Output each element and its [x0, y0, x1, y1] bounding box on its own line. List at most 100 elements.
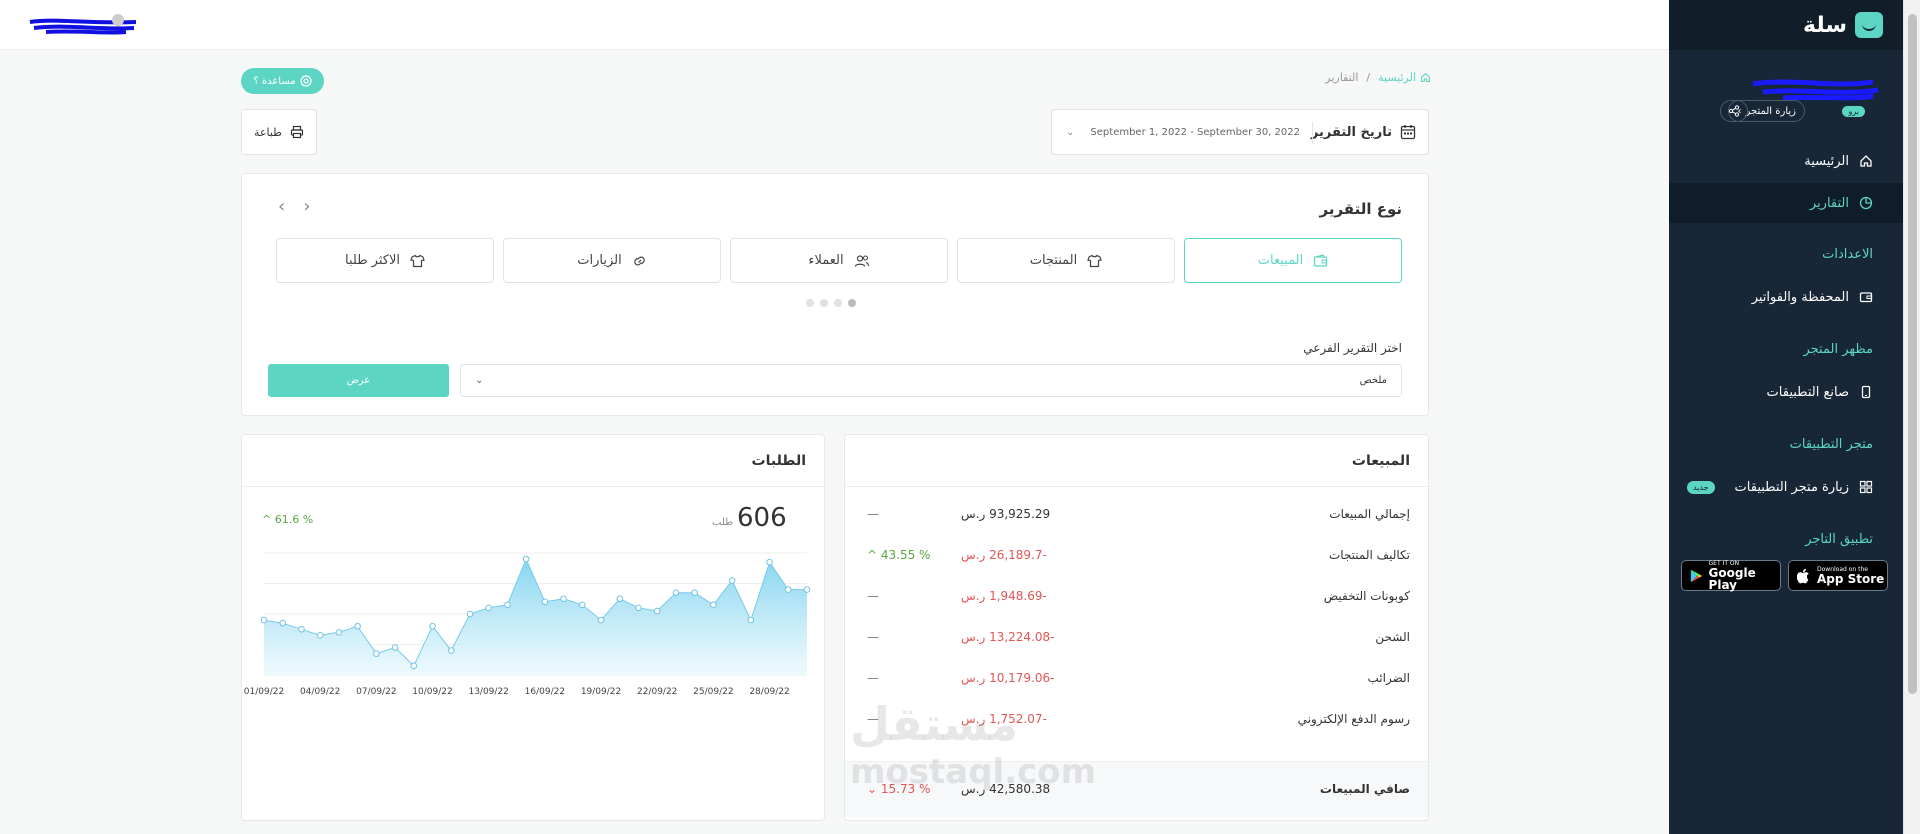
divider [1312, 122, 1313, 144]
chart-data-point[interactable] [672, 589, 680, 596]
sidebar-item-home[interactable]: الرئيسية [1669, 141, 1903, 181]
watermark: مستقل mostaql.com [850, 700, 1096, 796]
breadcrumb-home-label: الرئيسية [1378, 71, 1416, 84]
chevron-left-icon[interactable]: ‹ [278, 196, 285, 217]
visit-store-label: زيارة المتجر [1745, 105, 1796, 117]
chart-data-point[interactable] [335, 629, 343, 636]
chart-data-point[interactable] [541, 598, 549, 606]
date-range-value: September 1, 2022 - September 30, 2022 [1090, 126, 1300, 138]
chart-data-point[interactable] [447, 647, 455, 654]
pagination-dot[interactable] [834, 299, 842, 307]
google-play-button[interactable]: GET IT ON Google Play [1681, 560, 1781, 591]
report-type-most-ordered[interactable]: الاكثر طلبا [276, 238, 494, 283]
sales-row-change: — [867, 589, 879, 603]
sub-report-select[interactable]: ملخص ⌄ [460, 364, 1402, 397]
home-icon [1860, 155, 1872, 167]
chart-data-point[interactable] [579, 601, 586, 609]
breadcrumb-separator: / [1366, 71, 1371, 84]
sales-row-label: كوبونات التخفيض [1323, 589, 1410, 603]
report-type-sales[interactable]: المبيعات [1184, 238, 1402, 283]
sub-report-selected-value: ملخص [1359, 375, 1387, 386]
breadcrumb-home[interactable]: الرئيسية [1378, 71, 1431, 84]
chart-data-point[interactable] [784, 586, 792, 593]
chart-data-point[interactable] [766, 558, 773, 566]
chart-data-point[interactable] [560, 595, 567, 603]
report-type-products[interactable]: المنتجات [957, 238, 1175, 283]
carousel-pagination [806, 299, 856, 307]
chart-data-point[interactable] [691, 589, 698, 596]
chart-data-point[interactable] [597, 616, 605, 624]
chart-data-point[interactable] [747, 616, 755, 624]
app-store-button[interactable]: Download on the App Store [1788, 560, 1888, 591]
sidebar-header: سلة [1669, 0, 1903, 50]
sidebar-item-wallet[interactable]: المحفظة والفواتير [1669, 277, 1903, 317]
chevron-down-icon: ⌄ [475, 375, 484, 386]
pagination-dot-active[interactable] [848, 299, 856, 307]
chevron-right-icon[interactable]: › [303, 196, 310, 217]
sidebar-section-settings: الاعدادات [1822, 247, 1873, 262]
watermark-arabic: مستقل [850, 697, 1019, 751]
tshirt-icon [1087, 254, 1103, 267]
sales-row-value: -13,224.08 ر.س [961, 630, 1055, 644]
sales-row-value: -26,189.7 ر.س [961, 548, 1047, 562]
report-type-card: نوع التقرير ‹ › المبيعات المنتجات العملا… [241, 173, 1429, 416]
lifebuoy-icon [300, 75, 312, 87]
net-sales-label: صافي المبيعات [1319, 782, 1410, 796]
chart-x-tick-label: 19/09/22 [581, 687, 621, 697]
report-date-filter[interactable]: تاريخ التقرير September 1, 2022 - Septem… [1051, 109, 1429, 155]
top-bar [0, 0, 1669, 50]
help-button[interactable]: مساعدة ؟ [241, 68, 324, 94]
watermark-url: mostaql.com [850, 752, 1097, 792]
chart-data-point[interactable] [260, 616, 268, 624]
report-type-label: المنتجات [1029, 253, 1078, 268]
report-type-label: المبيعات [1257, 253, 1304, 268]
chart-data-point[interactable] [298, 625, 305, 633]
chart-data-point[interactable] [710, 601, 717, 609]
brand-logo-icon[interactable] [1855, 12, 1883, 38]
report-type-customers[interactable]: العملاء [730, 238, 948, 283]
date-filter-label-group: تاريخ التقرير [1311, 124, 1416, 140]
sidebar-section-merchant-app: تطبيق التاجر [1805, 532, 1873, 547]
chart-data-point[interactable] [429, 622, 436, 630]
chart-data-point[interactable] [653, 607, 661, 615]
scrollbar-thumb[interactable] [1908, 14, 1917, 694]
chart-data-point[interactable] [504, 601, 511, 609]
chart-data-point[interactable] [522, 555, 530, 563]
chart-data-point[interactable] [279, 619, 287, 627]
sidebar-item-reports[interactable]: التقارير [1669, 183, 1903, 223]
chart-data-point[interactable] [485, 604, 492, 612]
chart-data-point[interactable] [354, 622, 361, 630]
chart-data-point[interactable] [803, 586, 811, 593]
chart-data-point[interactable] [316, 632, 324, 639]
pie-chart-icon [1859, 196, 1873, 210]
app-store-big-text: App Store [1817, 572, 1885, 586]
sidebar-item-app-builder[interactable]: صانع التطبيقات [1669, 372, 1903, 412]
chart-data-point[interactable] [616, 595, 624, 603]
wallet-icon [1859, 292, 1873, 303]
carousel-arrows: ‹ › [278, 196, 310, 217]
pagination-dot[interactable] [820, 299, 828, 307]
orders-count: 606 [737, 503, 787, 533]
sales-row-value: -1,948.69 ر.س [961, 589, 1047, 603]
show-report-button[interactable]: عرض [268, 364, 449, 397]
report-type-visits[interactable]: الزيارات [503, 238, 721, 283]
page-scrollbar[interactable] [1903, 0, 1920, 834]
report-type-label: العملاء [808, 253, 844, 268]
chart-data-point[interactable] [391, 644, 399, 651]
chart-data-point[interactable] [410, 662, 418, 670]
sidebar: سلة برو ‹ زيارة المتجر الرئيسية التقارير… [1669, 0, 1903, 834]
wallet-icon [1314, 253, 1328, 267]
chart-data-point[interactable] [373, 650, 380, 657]
chart-data-point[interactable] [728, 577, 736, 584]
orders-change-value: 61.6 % [274, 513, 314, 526]
print-button[interactable]: طباعة [241, 109, 317, 155]
share-store-button[interactable] [1720, 100, 1748, 122]
chart-data-point[interactable] [466, 610, 474, 618]
chart-data-point[interactable] [635, 604, 642, 612]
brand-logo-text[interactable]: سلة [1803, 13, 1847, 38]
home-icon [1421, 72, 1430, 82]
chart-x-tick-label: 13/09/22 [468, 687, 508, 697]
sidebar-item-visit-app-store[interactable]: جديد زيارة متجر التطبيقات [1669, 467, 1903, 507]
sales-row: إجمالي المبيعات 93,925.29 ر.س — [845, 494, 1428, 535]
pagination-dot[interactable] [806, 299, 814, 307]
